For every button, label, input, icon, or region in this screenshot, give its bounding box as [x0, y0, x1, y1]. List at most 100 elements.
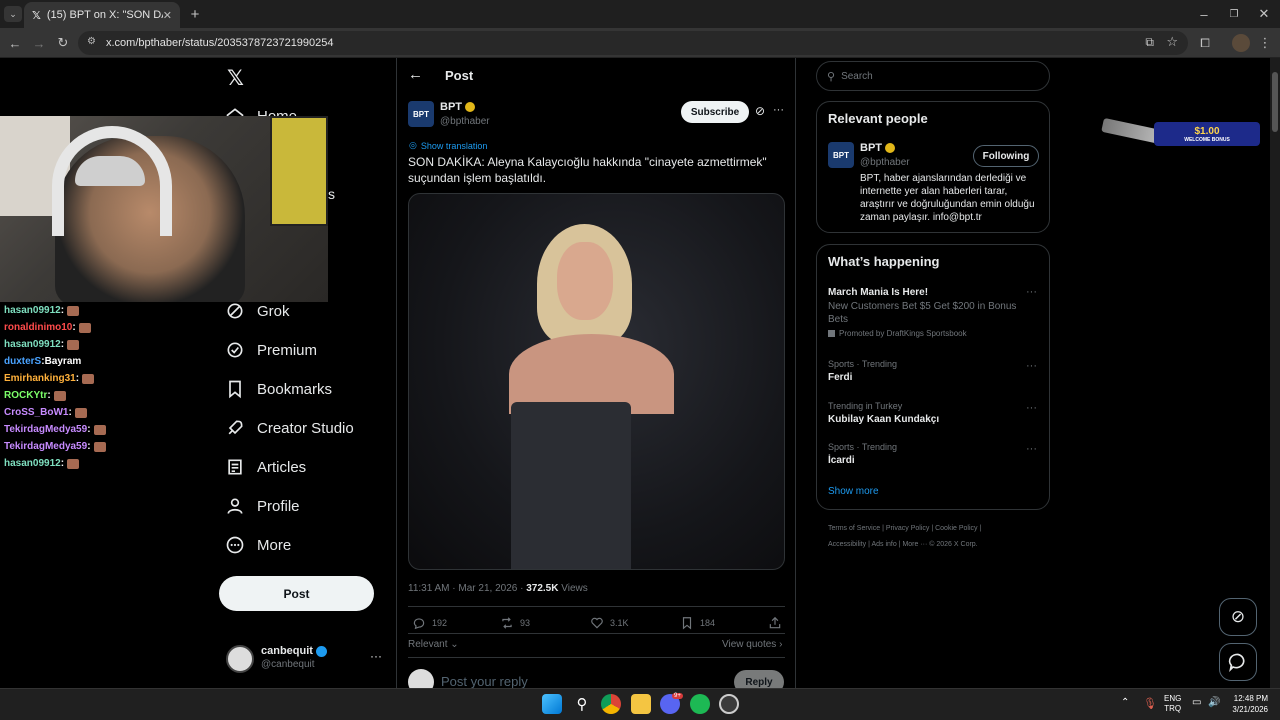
nav-grok[interactable]: Grok — [225, 299, 290, 323]
nav-more[interactable]: More — [225, 533, 291, 557]
forward-icon[interactable]: → — [30, 34, 48, 52]
casino-ad-overlay[interactable]: $1.00 WELCOME BONUS — [1101, 116, 1260, 152]
clock-time[interactable]: 12:48 PM — [1228, 693, 1268, 704]
file-explorer-icon[interactable] — [631, 694, 651, 714]
chat-emote-icon — [67, 458, 80, 469]
trend-more-icon[interactable]: ··· — [1026, 360, 1037, 372]
chat-separator: : — [87, 441, 91, 452]
author-avatar[interactable]: BPT — [408, 101, 434, 127]
url-field[interactable]: ⚙ x.com/bpthaber/status/2035378723721990… — [78, 31, 1188, 55]
chat-username: ronaldinimo10 — [4, 322, 73, 333]
volume-icon[interactable]: 🔊 — [1208, 697, 1220, 708]
nav-item-label: Bookmarks — [257, 380, 333, 398]
promo-more-icon[interactable]: ··· — [1026, 286, 1037, 298]
author-handle[interactable]: @bpthaber — [440, 116, 490, 127]
account-switcher[interactable]: canbequit @canbequit ··· — [226, 643, 386, 673]
person-name[interactable]: BPT — [860, 142, 882, 154]
post-timestamp[interactable]: 11:31 AM · Mar 21, 2026 · — [408, 583, 526, 594]
author-name[interactable]: BPT — [440, 101, 462, 113]
page-scrollbar[interactable] — [1270, 58, 1280, 688]
account-more-icon[interactable]: ··· — [370, 649, 382, 663]
reload-icon[interactable]: ↻ — [54, 34, 72, 52]
browser-tab[interactable]: 𝕏 (15) BPT on X: "SON DAKİKA: Al ✕ — [24, 2, 180, 28]
search-input[interactable]: ⚲ Search — [816, 61, 1050, 91]
views-count: 372.5K — [526, 583, 559, 594]
chat-message: CroSS_BoW1 : — [4, 407, 87, 418]
spotify-icon[interactable] — [690, 694, 710, 714]
footer-links-1[interactable]: Terms of Service | Privacy Policy | Cook… — [828, 525, 981, 532]
post-image[interactable] — [408, 193, 785, 570]
repost-action[interactable]: 93 — [500, 616, 530, 630]
scrollbar-thumb[interactable] — [1272, 72, 1278, 132]
grok-floating-button[interactable]: ⊘ — [1219, 598, 1257, 636]
nav-premium[interactable]: Premium — [225, 338, 317, 362]
back-icon[interactable]: ← — [6, 34, 24, 52]
new-tab-button[interactable]: + — [186, 5, 204, 23]
reply-button[interactable]: Reply — [734, 670, 784, 688]
person-handle[interactable]: @bpthaber — [860, 157, 910, 168]
view-quotes-link[interactable]: View quotes › — [722, 639, 782, 650]
heart-icon — [591, 617, 603, 629]
nav-profile[interactable]: Profile — [225, 494, 300, 518]
nav-articles[interactable]: Articles — [225, 455, 306, 479]
chat-emote-icon — [53, 390, 66, 401]
back-arrow-icon[interactable]: ← — [408, 66, 423, 83]
extensions-icon[interactable]: ⧠ — [1196, 34, 1214, 52]
bookmark-action[interactable]: 184 — [680, 616, 715, 630]
cast-icon[interactable]: ⧉ — [1145, 35, 1154, 50]
x-logo-icon[interactable]: 𝕏 — [227, 66, 244, 91]
reply-input[interactable]: Post your reply — [441, 674, 528, 688]
footer-links-2[interactable]: Accessibility | Ads info | More ··· © 20… — [828, 541, 978, 548]
taskbar-search-icon[interactable]: ⚲ — [572, 694, 592, 714]
maximize-icon[interactable]: ❐ — [1224, 5, 1244, 23]
promo-trend[interactable]: March Mania Is Here! New Customers Bet $… — [828, 287, 1038, 338]
chrome-icon[interactable] — [601, 694, 621, 714]
close-window-icon[interactable]: ✕ — [1254, 5, 1274, 23]
nav-creator-studio[interactable]: Creator Studio — [225, 416, 354, 440]
post-button[interactable]: Post — [219, 576, 374, 611]
close-tab-icon[interactable]: ✕ — [163, 9, 172, 22]
reply-action[interactable]: 192 — [412, 616, 447, 630]
chat-username: CroSS_BoW1 — [4, 407, 69, 418]
like-action[interactable]: 3.1K — [590, 616, 629, 630]
person-bio: BPT, haber ajanslarından derlediği ve in… — [860, 173, 1035, 223]
trend-more-icon[interactable]: ··· — [1026, 402, 1037, 414]
lang-secondary[interactable]: TRQ — [1164, 704, 1181, 714]
tray-chevron-icon[interactable]: ⌃ — [1121, 697, 1129, 708]
show-translation-link[interactable]: ◎ Show translation — [409, 140, 487, 151]
nav-item-label: Profile — [257, 497, 300, 515]
relevant-dropdown[interactable]: Relevant ⌄ — [408, 639, 459, 650]
mic-icon[interactable]: 🎙 — [1143, 697, 1157, 710]
relevant-label: Relevant — [408, 639, 448, 650]
verified-badge-icon — [315, 645, 327, 657]
obs-icon[interactable] — [719, 694, 739, 714]
nav-bookmarks[interactable]: Bookmarks — [225, 377, 332, 401]
chat-emote-icon — [78, 322, 91, 333]
chat-username: ROCKYtr — [4, 390, 48, 401]
tab-list-button[interactable]: ⌄ — [4, 6, 22, 22]
site-info-icon[interactable]: ⚙ — [87, 36, 96, 47]
bookmark-star-icon[interactable]: ☆ — [1166, 34, 1178, 50]
trend-more-icon[interactable]: ··· — [1026, 443, 1037, 455]
minimize-icon[interactable]: – — [1194, 5, 1214, 23]
reply-divider — [408, 657, 785, 658]
subscribe-button[interactable]: Subscribe — [681, 101, 749, 123]
chat-username: hasan09912 — [4, 339, 61, 350]
network-icon[interactable]: ▭ — [1192, 697, 1201, 708]
show-more-link[interactable]: Show more — [828, 486, 879, 497]
windows-start-icon[interactable] — [542, 694, 562, 714]
grok-explain-icon[interactable]: ⊘ — [755, 104, 765, 118]
clock-date[interactable]: 3/21/2026 — [1228, 704, 1268, 715]
image-face — [557, 242, 613, 320]
reply-button-label: Reply — [745, 676, 773, 688]
nav-notifications-fragment[interactable]: s — [328, 186, 335, 202]
following-button[interactable]: Following — [973, 145, 1039, 167]
messages-floating-button[interactable] — [1219, 643, 1257, 681]
lang-primary[interactable]: ENG — [1164, 694, 1181, 704]
post-more-icon[interactable]: ··· — [773, 104, 784, 116]
share-action[interactable] — [768, 616, 788, 630]
profile-avatar-icon[interactable] — [1232, 34, 1250, 52]
person-avatar[interactable]: BPT — [828, 142, 854, 168]
chat-bubble-icon — [1228, 653, 1245, 672]
browser-menu-icon[interactable]: ⋮ — [1258, 34, 1272, 52]
